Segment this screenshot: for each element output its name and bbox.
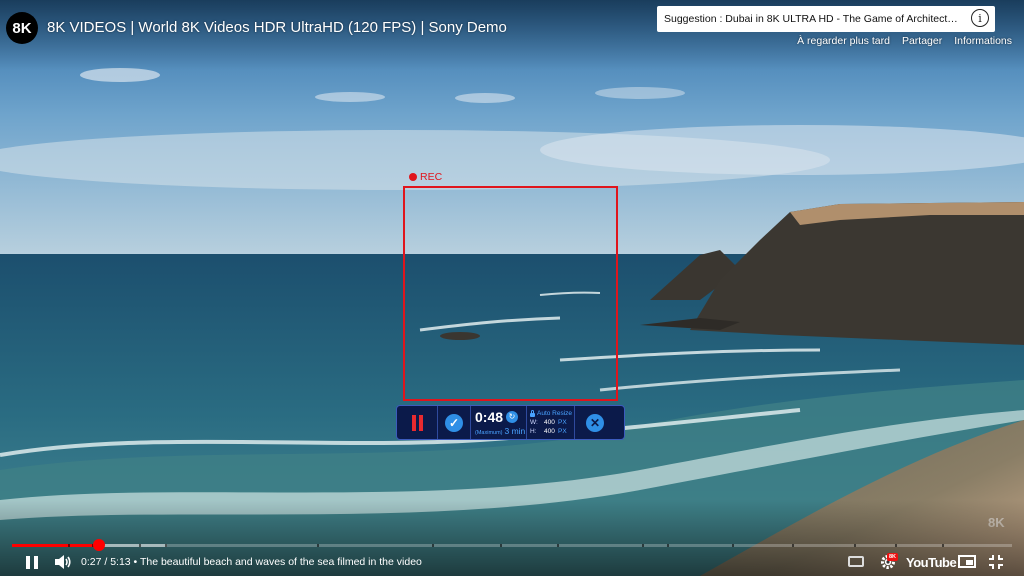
recording-timer: 0:48 <box>475 408 504 425</box>
chapter-marker <box>557 544 559 547</box>
youtube-logo[interactable]: YouTube <box>906 552 957 572</box>
chapter-marker <box>139 544 141 547</box>
cancel-recording-button[interactable]: ✕ <box>575 406 615 439</box>
height-key: H: <box>530 428 537 435</box>
subtitles-icon[interactable] <box>848 556 864 567</box>
restart-icon[interactable]: ↻ <box>506 410 519 423</box>
time-display: 0:27 / 5:13 • The beautiful beach and wa… <box>81 556 422 568</box>
chapter-marker <box>895 544 897 547</box>
chapter-marker <box>68 544 70 547</box>
width-unit: PX <box>558 419 567 426</box>
close-icon: ✕ <box>586 413 604 432</box>
chapter-marker <box>854 544 856 547</box>
volume-icon[interactable] <box>54 552 74 572</box>
watch-later-link[interactable]: À regarder plus tard <box>797 35 890 47</box>
share-link[interactable]: Partager <box>902 35 942 47</box>
exit-fullscreen-svg <box>989 555 1003 569</box>
recorder-toolbar: ✓ 0:48 ↻ (Maximum) 3 min Auto Resize W: … <box>396 405 625 440</box>
check-icon: ✓ <box>445 413 463 432</box>
chapter-marker <box>732 544 734 547</box>
progress-played <box>12 544 99 547</box>
chapter-marker <box>667 544 669 547</box>
video-title[interactable]: 8K VIDEOS | World 8K Videos HDR UltraHD … <box>47 19 507 36</box>
chapter-marker <box>432 544 434 547</box>
exit-fullscreen-icon[interactable] <box>988 552 1004 572</box>
progress-bar[interactable] <box>12 539 1012 551</box>
progress-scrubber[interactable] <box>93 539 105 551</box>
chapter-marker <box>317 544 319 547</box>
top-actions: À regarder plus tard Partager Informatio… <box>797 35 1012 47</box>
height-value[interactable]: 400 <box>544 428 558 435</box>
finish-recording-button[interactable]: ✓ <box>438 406 471 439</box>
width-key: W: <box>530 419 538 426</box>
info-icon[interactable]: i <box>971 9 989 27</box>
timer-section: 0:48 ↻ (Maximum) 3 min <box>471 406 527 439</box>
pause-bar <box>411 414 416 431</box>
miniplayer-icon[interactable] <box>958 555 976 568</box>
rec-dot-icon <box>409 173 417 181</box>
chapter-marker <box>942 544 944 547</box>
pause-bar <box>418 414 423 431</box>
height-unit: PX <box>558 428 567 435</box>
lock-icon <box>530 409 535 417</box>
info-link[interactable]: Informations <box>954 35 1012 47</box>
channel-logo[interactable]: 8K <box>6 12 38 44</box>
pause-icon[interactable] <box>24 552 40 572</box>
chapter-marker <box>500 544 502 547</box>
width-value[interactable]: 400 <box>544 419 558 426</box>
pause-recording-button[interactable] <box>397 406 438 439</box>
pause-bar <box>34 555 38 569</box>
chapter-marker <box>642 544 644 547</box>
capture-region[interactable] <box>403 186 618 401</box>
maximum-value: 3 min <box>504 425 526 436</box>
quality-badge: 8K <box>887 553 899 561</box>
auto-resize-toggle[interactable]: Auto Resize <box>530 409 573 417</box>
suggestion-card[interactable]: Suggestion : Dubai in 8K ULTRA HD - The … <box>657 6 995 32</box>
rec-label: REC <box>420 171 443 183</box>
chapter-marker <box>165 544 167 547</box>
volume-icon-svg <box>55 555 71 569</box>
rec-indicator: REC <box>409 171 442 183</box>
chapter-marker <box>792 544 794 547</box>
suggestion-text[interactable]: Suggestion : Dubai in 8K ULTRA HD - The … <box>664 13 962 25</box>
size-section: Auto Resize W: 400 PX H: 400 PX <box>527 406 575 439</box>
auto-resize-label: Auto Resize <box>537 410 573 417</box>
maximum-label: (Maximum) <box>475 429 503 436</box>
pause-bar <box>26 555 30 569</box>
